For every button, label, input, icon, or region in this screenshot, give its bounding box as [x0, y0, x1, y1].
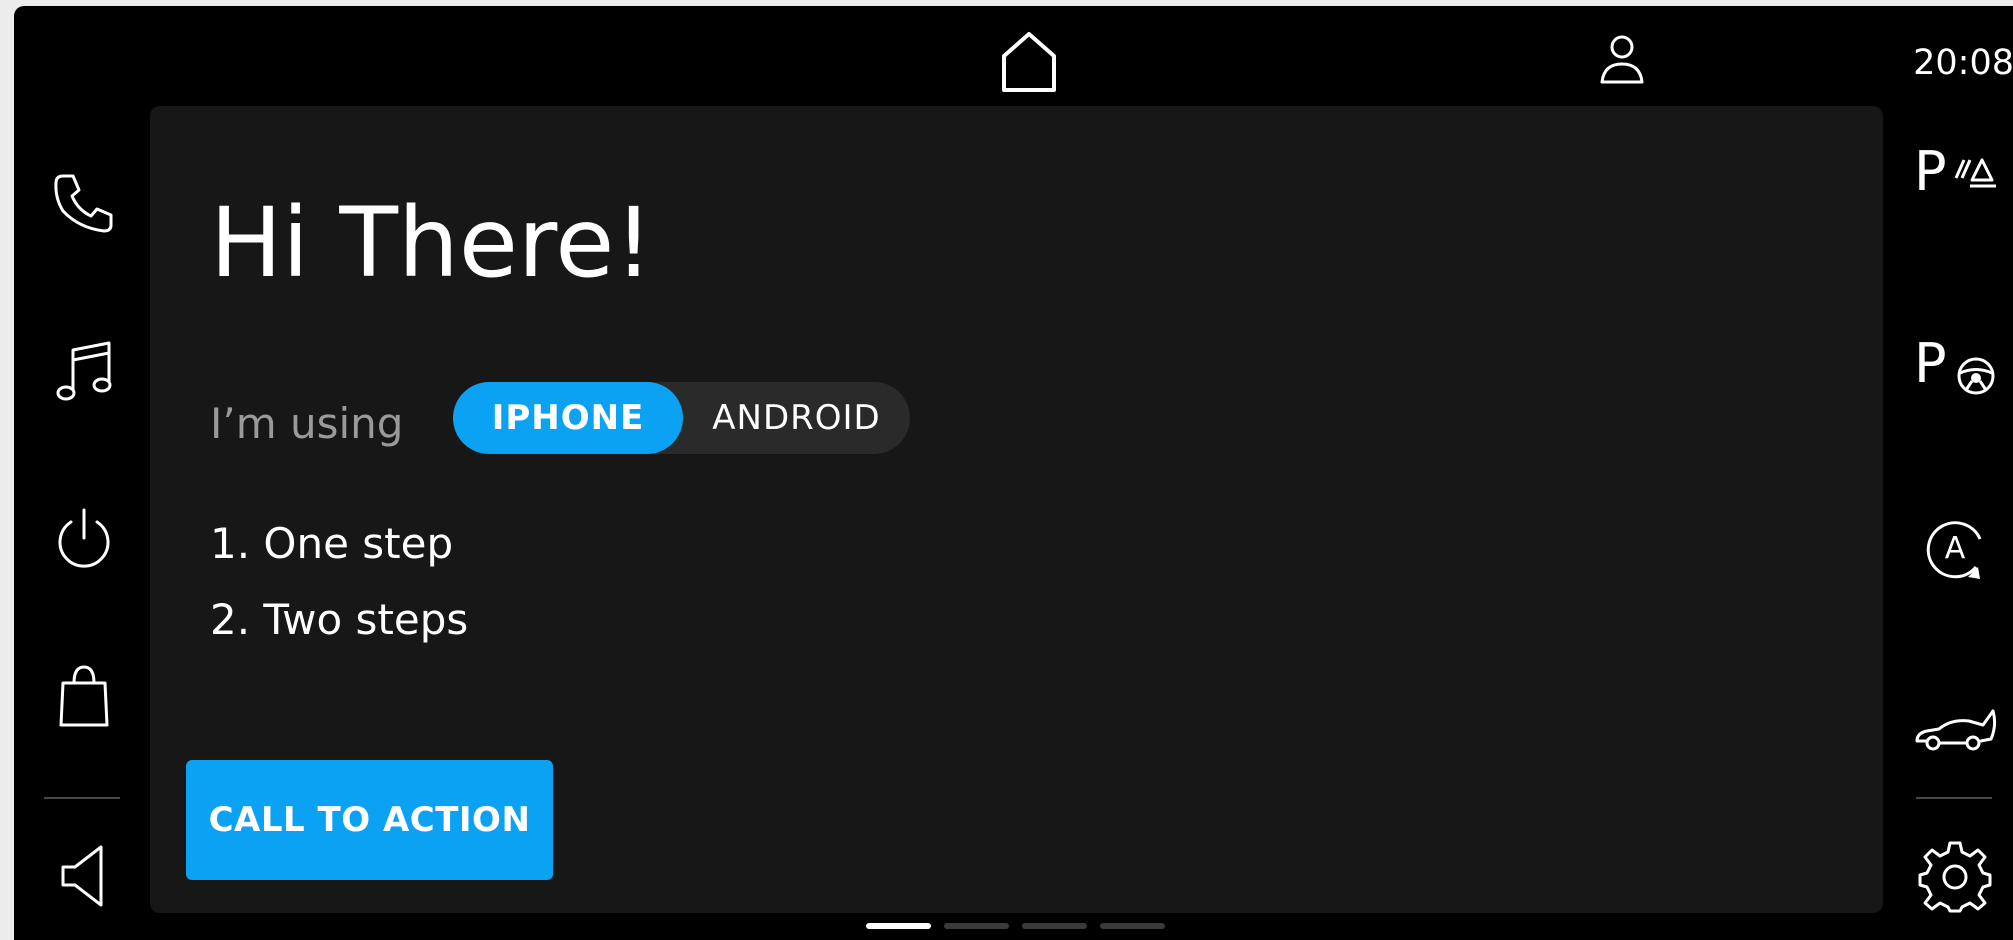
- page-dot-active[interactable]: [866, 923, 931, 929]
- home-icon: [1002, 32, 1056, 92]
- call-to-action-button[interactable]: CALL TO ACTION: [186, 760, 553, 880]
- left-rail-divider: [44, 797, 120, 799]
- phone-icon: [54, 174, 113, 233]
- page-indicator: [866, 923, 1165, 929]
- device-toggle: IPHONE ANDROID: [453, 382, 910, 454]
- power-icon: [58, 508, 110, 568]
- park-steering-button[interactable]: P: [1910, 316, 2000, 406]
- park-assist-sensors-icon: P: [1914, 140, 1996, 203]
- toggle-option-android[interactable]: ANDROID: [683, 382, 910, 454]
- trunk-button[interactable]: [1910, 686, 2000, 776]
- settings-button[interactable]: [1910, 831, 2000, 921]
- park-letter: P: [1914, 332, 1947, 395]
- infotainment-screen: 20:08 Hi There! I’m using IPHONE ANDROID…: [14, 6, 2013, 940]
- volume-icon: [61, 845, 103, 907]
- volume-button[interactable]: [39, 831, 129, 921]
- media-button[interactable]: [39, 328, 129, 418]
- page-dot[interactable]: [944, 923, 1009, 929]
- device-label: I’m using: [210, 399, 404, 448]
- right-rail-divider: [1916, 797, 1992, 799]
- park-steering-icon: P: [1914, 332, 1995, 395]
- music-note-icon: [56, 341, 112, 401]
- steps-list: 1. One step 2. Two steps: [210, 506, 468, 658]
- home-button[interactable]: [989, 28, 1069, 96]
- page-dot[interactable]: [1100, 923, 1165, 929]
- clock: 20:08: [1913, 43, 2013, 83]
- step-item: 2. Two steps: [210, 595, 469, 644]
- park-assist-button[interactable]: P: [1910, 124, 2000, 214]
- setup-card: Hi There! I’m using IPHONE ANDROID 1. On…: [150, 106, 1883, 913]
- auto-start-stop-icon: A: [1926, 521, 1982, 579]
- toggle-option-iphone[interactable]: IPHONE: [453, 382, 683, 454]
- page-dot[interactable]: [1022, 923, 1087, 929]
- greeting-title: Hi There!: [210, 187, 653, 299]
- profile-icon: [1600, 35, 1644, 84]
- settings-gear-icon: [1918, 841, 1992, 913]
- profile-button[interactable]: [1594, 32, 1650, 88]
- auto-letter: A: [1945, 531, 1966, 566]
- power-button[interactable]: [39, 494, 129, 584]
- phone-button[interactable]: [39, 158, 129, 248]
- car-trunk-icon: [1915, 709, 1997, 751]
- shopping-bag-icon: [59, 665, 109, 727]
- park-letter: P: [1914, 140, 1947, 203]
- shop-button[interactable]: [39, 651, 129, 741]
- step-item: 1. One step: [210, 519, 454, 568]
- auto-start-stop-button[interactable]: A: [1910, 503, 2000, 593]
